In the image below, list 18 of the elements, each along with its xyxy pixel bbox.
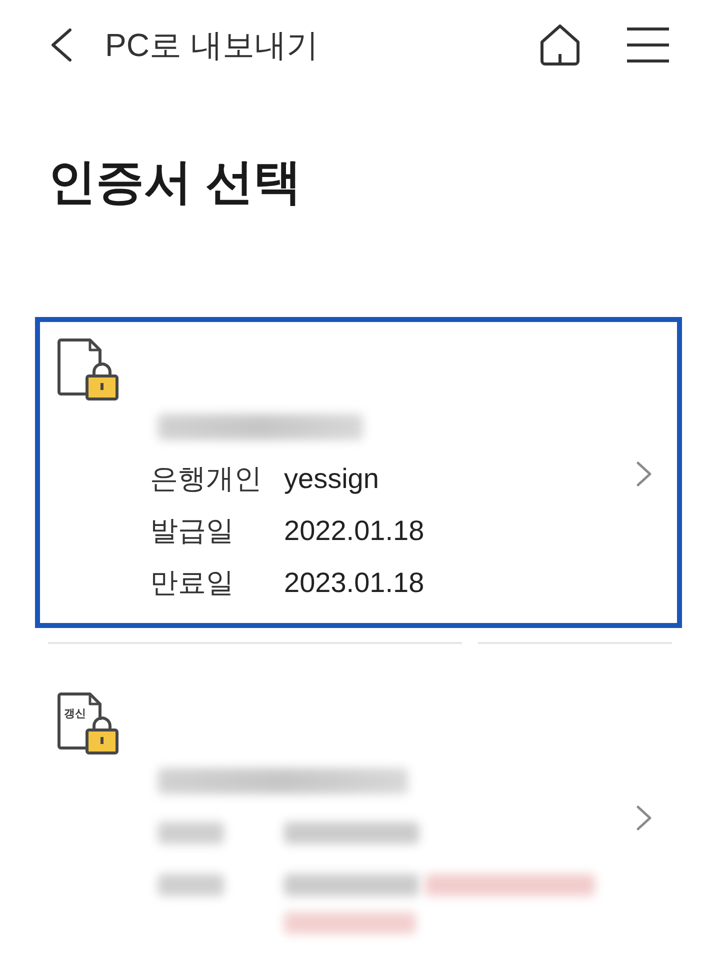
field-label: 발급일	[150, 514, 235, 548]
field-value: 2022.01.18	[284, 515, 424, 547]
menu-icon[interactable]	[627, 27, 669, 63]
certificate-lock-icon	[57, 338, 119, 401]
certificate-card[interactable]: 은행개인 yessign 발급일 2022.01.18 만료일 2023.01.18	[35, 317, 682, 628]
page-title: 인증서 선택	[48, 155, 302, 211]
home-icon[interactable]	[540, 24, 580, 66]
certificate-card[interactable]: 갱신	[35, 671, 682, 962]
field-label: 은행개인	[150, 462, 263, 496]
field-label: 만료일	[150, 566, 235, 600]
field-value: yessign	[284, 463, 379, 495]
icon-badge-text: 갱신	[64, 708, 86, 721]
field-value: 2023.01.18	[284, 567, 424, 599]
chevron-right-icon	[636, 460, 652, 486]
header-title: PC로 내보내기	[105, 26, 318, 65]
certificate-lock-icon	[57, 692, 119, 755]
back-icon[interactable]	[50, 28, 72, 62]
chevron-right-icon	[636, 804, 652, 830]
